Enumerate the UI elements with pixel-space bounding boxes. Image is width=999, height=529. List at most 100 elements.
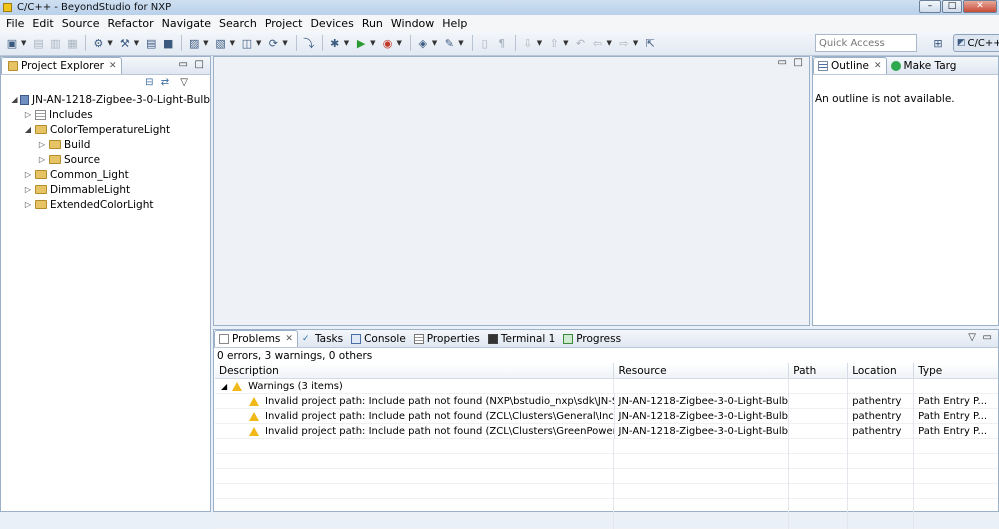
tab-terminal[interactable]: Terminal 1 (484, 330, 559, 347)
build-hammer-icon[interactable]: ⚒ (117, 35, 133, 51)
run-dropdown[interactable]: ▼ (370, 39, 375, 47)
expand-toggle[interactable]: ▷ (23, 185, 33, 194)
save-all-icon[interactable]: ▥ (47, 35, 63, 51)
close-button[interactable]: ✕ (963, 0, 997, 13)
menu-edit[interactable]: Edit (28, 17, 57, 30)
open-folder-dropdown[interactable]: ▼ (230, 39, 235, 47)
open-perspective-icon[interactable]: ⊞ (930, 35, 946, 51)
column-path[interactable]: Path (789, 363, 849, 379)
close-icon[interactable]: ✕ (109, 61, 117, 71)
close-icon[interactable]: ✕ (874, 61, 882, 71)
expand-toggle[interactable]: ▷ (37, 140, 47, 149)
table-row[interactable]: Invalid project path: Include path not f… (215, 394, 998, 409)
column-resource[interactable]: Resource (614, 363, 790, 379)
view-menu-icon[interactable]: ▽ (968, 332, 976, 343)
tab-project-explorer[interactable]: Project Explorer ✕ (1, 57, 122, 74)
prev-annotation-dropdown[interactable]: ▼ (563, 39, 568, 47)
maximize-editor-icon[interactable]: □ (794, 57, 803, 68)
tab-outline[interactable]: Outline ✕ (813, 57, 887, 74)
expand-toggle[interactable]: ▷ (23, 110, 33, 119)
build-config-dropdown[interactable]: ▼ (107, 39, 112, 47)
toggle-mark-icon[interactable]: ▯ (477, 35, 493, 51)
chip-icon[interactable]: ■ (160, 35, 176, 51)
back-dropdown[interactable]: ▼ (606, 39, 611, 47)
new-class-icon[interactable]: ◫ (239, 35, 255, 51)
prev-annotation-icon[interactable]: ⇧ (546, 35, 562, 51)
run-icon[interactable]: ▶ (353, 35, 369, 51)
expand-toggle[interactable]: ▷ (23, 170, 33, 179)
new-icon[interactable]: ▣ (4, 35, 20, 51)
tab-progress[interactable]: Progress (559, 330, 625, 347)
external-tools-dropdown[interactable]: ▼ (397, 39, 402, 47)
last-edit-icon[interactable]: ↶ (572, 35, 588, 51)
table-row[interactable]: Invalid project path: Include path not f… (215, 424, 998, 439)
menu-navigate[interactable]: Navigate (158, 17, 215, 30)
minimize-editor-icon[interactable]: ▭ (778, 57, 787, 68)
maximize-button[interactable]: □ (942, 0, 962, 13)
search-tool-dropdown[interactable]: ▼ (458, 39, 463, 47)
print-icon[interactable]: ▦ (64, 35, 80, 51)
expand-toggle[interactable]: ◢ (11, 95, 18, 104)
minimize-view-icon[interactable]: ▭ (179, 59, 188, 70)
skip-breakpoints-icon[interactable]: ⤵ (301, 35, 317, 51)
tree-item-includes[interactable]: ▷ Includes (1, 107, 210, 122)
new-project-icon[interactable]: ▨ (186, 35, 202, 51)
menu-run[interactable]: Run (358, 17, 387, 30)
menu-search[interactable]: Search (215, 17, 261, 30)
view-menu-icon[interactable]: ▽ (180, 77, 188, 88)
expand-toggle[interactable]: ▷ (37, 155, 47, 164)
debug-dropdown[interactable]: ▼ (344, 39, 349, 47)
back-icon[interactable]: ⇦ (589, 35, 605, 51)
external-tools-icon[interactable]: ◉ (380, 35, 396, 51)
show-whitespace-icon[interactable]: ¶ (494, 35, 510, 51)
build-dropdown[interactable]: ▼ (134, 39, 139, 47)
editor-area[interactable]: ▭ □ (213, 56, 810, 326)
tree-item-colortemperaturelight[interactable]: ◢ ColorTemperatureLight (1, 122, 210, 137)
next-annotation-dropdown[interactable]: ▼ (537, 39, 542, 47)
open-folder-icon[interactable]: ▧ (213, 35, 229, 51)
menu-file[interactable]: File (2, 17, 28, 30)
tab-make-target[interactable]: Make Targ (887, 57, 961, 74)
forward-dropdown[interactable]: ▼ (633, 39, 638, 47)
menu-devices[interactable]: Devices (306, 17, 357, 30)
menu-window[interactable]: Window (387, 17, 438, 30)
save-icon[interactable]: ▤ (30, 35, 46, 51)
column-type[interactable]: Type (914, 363, 998, 379)
quick-access-input[interactable] (815, 34, 917, 52)
debug-icon[interactable]: ✱ (327, 35, 343, 51)
tree-item-common-light[interactable]: ▷ Common_Light (1, 167, 210, 182)
open-type-dropdown[interactable]: ▼ (432, 39, 437, 47)
new-class-dropdown[interactable]: ▼ (256, 39, 261, 47)
tree-item-project[interactable]: ◢ JN-AN-1218-Zigbee-3-0-Light-Bulb (1, 92, 210, 107)
column-description[interactable]: Description (215, 363, 615, 379)
refresh-icon[interactable]: ⟳ (265, 35, 281, 51)
minimize-button[interactable]: – (919, 0, 941, 13)
next-annotation-icon[interactable]: ⇩ (520, 35, 536, 51)
table-row[interactable]: Invalid project path: Include path not f… (215, 409, 998, 424)
expand-toggle[interactable]: ◢ (221, 382, 227, 391)
expand-toggle[interactable]: ▷ (23, 200, 33, 209)
search-tool-icon[interactable]: ✎ (441, 35, 457, 51)
menu-help[interactable]: Help (438, 17, 471, 30)
open-type-icon[interactable]: ◈ (415, 35, 431, 51)
expand-toggle[interactable]: ◢ (23, 125, 33, 134)
column-location[interactable]: Location (848, 363, 915, 379)
collapse-all-icon[interactable]: ⊟ (145, 77, 153, 88)
pin-editor-icon[interactable]: ⇱ (642, 35, 658, 51)
minimize-view-icon[interactable]: ▭ (983, 332, 992, 343)
tree-item-build[interactable]: ▷ Build (1, 137, 210, 152)
refresh-dropdown[interactable]: ▼ (282, 39, 287, 47)
tab-tasks[interactable]: ✓ Tasks (298, 330, 347, 347)
maximize-view-icon[interactable]: □ (195, 59, 204, 70)
build-config-icon[interactable]: ⚙ (90, 35, 106, 51)
tree-item-dimmablelight[interactable]: ▷ DimmableLight (1, 182, 210, 197)
forward-icon[interactable]: ⇨ (616, 35, 632, 51)
tab-problems[interactable]: Problems ✕ (214, 330, 298, 347)
perspective-cpp-button[interactable]: ◩ C/C++ (953, 34, 999, 52)
close-icon[interactable]: ✕ (285, 334, 293, 344)
warnings-group-row[interactable]: ◢ Warnings (3 items) (215, 379, 998, 394)
menu-refactor[interactable]: Refactor (104, 17, 158, 30)
menu-project[interactable]: Project (261, 17, 307, 30)
link-editor-icon[interactable]: ⇄ (161, 77, 169, 88)
tree-item-source[interactable]: ▷ Source (1, 152, 210, 167)
